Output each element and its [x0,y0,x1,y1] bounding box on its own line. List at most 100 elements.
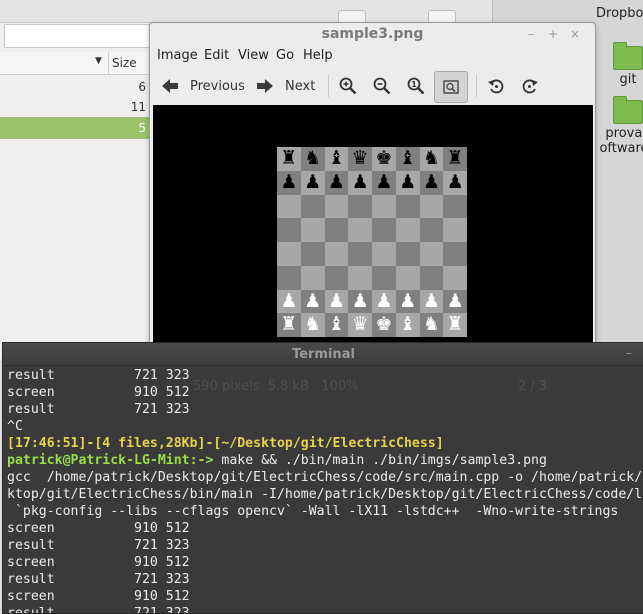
toolbar-separator [476,75,477,97]
white-piece-icon: ♟ [422,289,440,312]
board-square: ♟ [443,289,467,314]
board-square [277,242,301,266]
sort-down-icon[interactable]: ▼ [95,56,102,66]
terminal-titlebar[interactable]: Terminal – [3,343,643,366]
white-piece-icon: ♞ [304,313,322,336]
black-piece-icon: ♚ [375,147,393,169]
location-bar[interactable] [4,24,156,48]
board-square [300,265,325,290]
menu-go[interactable]: Go [276,48,294,63]
menu-image[interactable]: Image [157,48,198,63]
zoom-in-icon [336,74,360,98]
menu-help[interactable]: Help [303,48,333,63]
board-square: ♞ [419,313,444,337]
terminal-line: `pkg-config --libs --cflags opencv` -Wal… [7,504,619,519]
desktop-icon-dropbox[interactable]: Dropbo [596,6,643,21]
board-square: ♝ [324,313,349,337]
viewer-toolbar: Previous Next 1 [150,69,595,103]
terminal-line: gcc /home/patrick/Desktop/git/ElectricCh… [7,470,643,485]
board-square: ♜ [443,147,467,171]
window-titlebar[interactable]: sample3.png – + × [150,23,595,45]
board-square [372,194,396,219]
rotate-left-icon [484,74,508,98]
board-square [324,194,349,219]
board-square: ♟ [324,170,349,195]
image-canvas[interactable]: ♜ ♞ ♝ ♛ ♚ ♝ ♞ ♜ ♟ ♟ ♟ ♟ ♟ ♟ ♟ ♟ ♟ ♟ ♟ ♟ ♟ ♟ ♟ ♟ ♜ ♞ ♝ ♛ ♚ ♝ ♞ ♜ [153,105,593,367]
board-square: ♟ [372,170,396,195]
next-button[interactable]: Next [253,72,315,100]
board-square: ♟ [277,289,301,314]
terminal-line: result 721 323 [7,572,190,587]
board-square [372,265,396,290]
minimize-icon[interactable]: – [524,27,538,41]
rotate-left-button[interactable] [484,72,508,100]
file-row[interactable]: 11 [0,96,150,118]
board-square: ♟ [443,170,467,195]
desktop-icon-provan[interactable]: provan oftware [598,96,643,156]
board-square: ♟ [348,289,372,314]
desktop-icon-git[interactable]: git [598,42,643,87]
board-square [372,242,396,266]
white-piece-icon: ♟ [446,289,464,312]
white-piece-icon: ♝ [399,313,417,336]
terminal-output[interactable]: result 721 323 screen 910 512 result 721 3… [7,367,643,613]
board-square: ♞ [419,147,444,171]
column-size-label[interactable]: Size [112,56,137,70]
file-manager-toolbar [0,0,492,26]
black-piece-icon: ♜ [446,147,464,169]
maximize-icon[interactable]: + [546,27,560,41]
terminal-line: screen 910 512 [7,555,190,570]
board-square [395,194,420,219]
board-square [395,265,420,290]
column-divider[interactable] [108,52,109,74]
rotate-right-button[interactable] [518,72,542,100]
white-piece-icon: ♟ [280,289,298,312]
board-square [419,265,444,290]
terminal-line: result 721 323 [7,402,190,417]
black-piece-icon: ♛ [351,147,369,169]
previous-button[interactable]: Previous [158,72,245,100]
board-square: ♜ [443,313,467,337]
board-square [395,218,420,242]
board-square: ♛ [348,313,372,337]
svg-text:1: 1 [411,80,417,89]
board-square: ♚ [372,313,396,337]
board-square [324,265,349,290]
black-piece-icon: ♟ [327,170,345,193]
white-piece-icon: ♟ [351,289,369,312]
file-row[interactable]: 6 [0,76,150,98]
board-square [348,194,372,219]
terminal-line: [17:46:51]-[4 files,28Kb]-[~/Desktop/git… [7,436,444,451]
black-piece-icon: ♞ [304,147,322,169]
board-square: ♛ [348,147,372,171]
terminal-command: make && ./bin/main ./bin/imgs/sample3.pn… [213,453,547,468]
terminal-line: screen 910 512 [7,385,190,400]
folder-icon [613,42,643,70]
desktop-icon-label: Dropbo [596,6,643,21]
board-square [419,194,444,219]
board-square [277,218,301,242]
white-piece-icon: ♛ [351,313,369,336]
zoom-normal-button[interactable]: 1 [404,72,428,100]
white-piece-icon: ♜ [446,313,464,336]
terminal-title: Terminal [292,347,355,362]
board-square [324,218,349,242]
board-square [443,194,467,219]
minimize-icon[interactable]: – [626,346,632,360]
board-square: ♞ [300,313,325,337]
next-label: Next [285,78,316,94]
menu-edit[interactable]: Edit [204,48,229,63]
black-piece-icon: ♟ [351,170,369,193]
terminal-window: Terminal – 590 pixels 5.8 kB 100% 2 / 3 … [2,342,643,614]
fit-to-window-toggle[interactable] [434,71,468,103]
file-size: 6 [138,80,146,94]
close-icon[interactable]: × [568,27,582,41]
arrow-left-icon [158,74,182,98]
zoom-out-button[interactable] [370,72,394,100]
menu-view[interactable]: View [238,48,269,63]
file-row-selected[interactable]: 5 [0,117,150,139]
zoom-in-button[interactable] [336,72,360,100]
board-square [277,194,301,219]
board-square: ♜ [277,147,301,171]
column-header[interactable]: ▼ Size [0,52,150,75]
